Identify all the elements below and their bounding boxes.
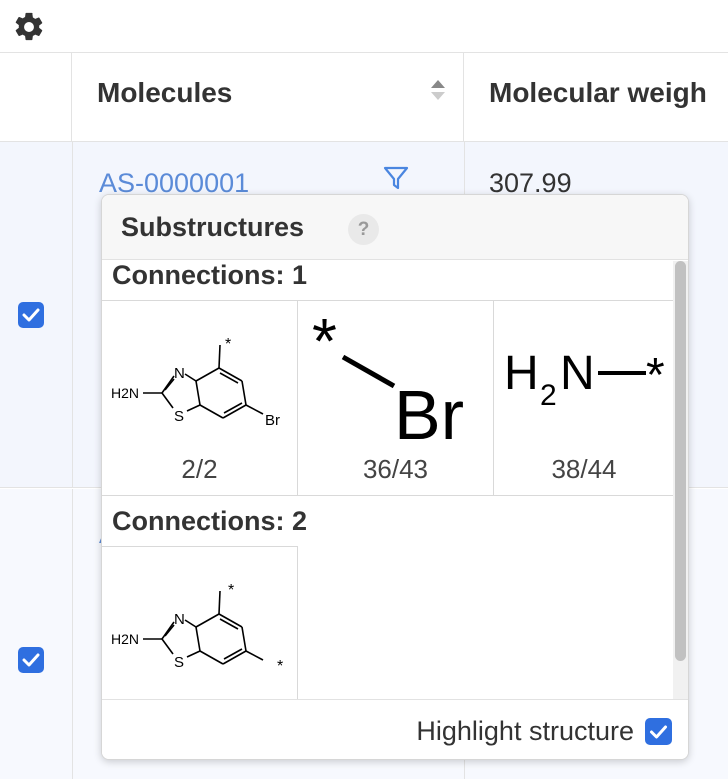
atom-label: H	[504, 347, 539, 400]
highlight-structure-label: Highlight structure	[416, 716, 634, 746]
column-divider	[72, 142, 73, 487]
check-icon	[22, 653, 40, 667]
match-count: 2/2	[181, 454, 218, 484]
atom-label: *	[228, 582, 234, 599]
header-molecules-label: Molecules	[97, 77, 233, 108]
popup-header: Substructures ?	[102, 195, 688, 260]
atom-label: H2N	[111, 631, 139, 647]
substructure-cell[interactable]: H2N N S * *	[102, 547, 297, 699]
molecule-structure: H 2 N *	[504, 347, 665, 412]
substructures-popup: Substructures ? Connections: 1 H2N N S B…	[101, 194, 689, 760]
header-molecular-weight[interactable]: Molecular weigh	[464, 52, 728, 142]
substructure-cell[interactable]: * Br 36/43	[298, 301, 493, 495]
atom-label: *	[312, 305, 337, 377]
atom-label: *	[277, 658, 283, 675]
atom-label: N	[560, 347, 595, 400]
atom-label: N	[174, 365, 185, 382]
substructure-cell[interactable]: H2N N S Br * 2/2	[102, 301, 297, 495]
divider	[297, 546, 298, 699]
header-molecular-weight-label: Molecular weigh	[489, 77, 707, 108]
atom-label: Br	[394, 376, 464, 451]
sort-icon[interactable]	[428, 77, 448, 103]
row-checkbox[interactable]	[18, 302, 44, 328]
scrollbar-thumb[interactable]	[675, 261, 686, 661]
header-select-column	[0, 52, 72, 142]
filter-icon[interactable]	[382, 164, 410, 192]
check-icon	[22, 308, 40, 322]
help-icon[interactable]: ?	[348, 214, 379, 245]
check-icon	[650, 725, 667, 739]
match-count: 38/44	[551, 454, 617, 484]
substructure-cell[interactable]: H 2 N * 38/44	[494, 301, 674, 495]
atom-label: S	[174, 654, 184, 671]
atom-label: H2N	[111, 385, 139, 401]
atom-label: *	[646, 349, 665, 402]
popup-footer: Highlight structure	[102, 699, 688, 759]
header-molecules[interactable]: Molecules	[72, 52, 464, 142]
molecule-structure: H2N N S Br *	[111, 336, 280, 429]
atom-label: N	[174, 611, 185, 628]
molecule-structure: * Br	[312, 305, 464, 451]
highlight-structure-checkbox[interactable]	[645, 718, 672, 745]
divider	[102, 495, 673, 496]
atom-label: S	[174, 408, 184, 425]
column-divider	[72, 489, 73, 779]
popup-title: Substructures	[121, 212, 305, 242]
toolbar	[0, 0, 728, 52]
group-title: Connections: 2	[112, 506, 308, 536]
match-count: 36/43	[362, 454, 429, 484]
group-title: Connections: 1	[112, 261, 308, 290]
atom-label: *	[225, 336, 231, 353]
gear-icon[interactable]	[12, 10, 46, 44]
substructure-list[interactable]: Connections: 1 H2N N S Br * 2/2 * Br 36/…	[102, 261, 688, 699]
atom-label: Br	[265, 412, 280, 429]
row-checkbox[interactable]	[18, 647, 44, 673]
atom-label: 2	[540, 379, 557, 412]
molecule-structure: H2N N S * *	[111, 582, 283, 675]
